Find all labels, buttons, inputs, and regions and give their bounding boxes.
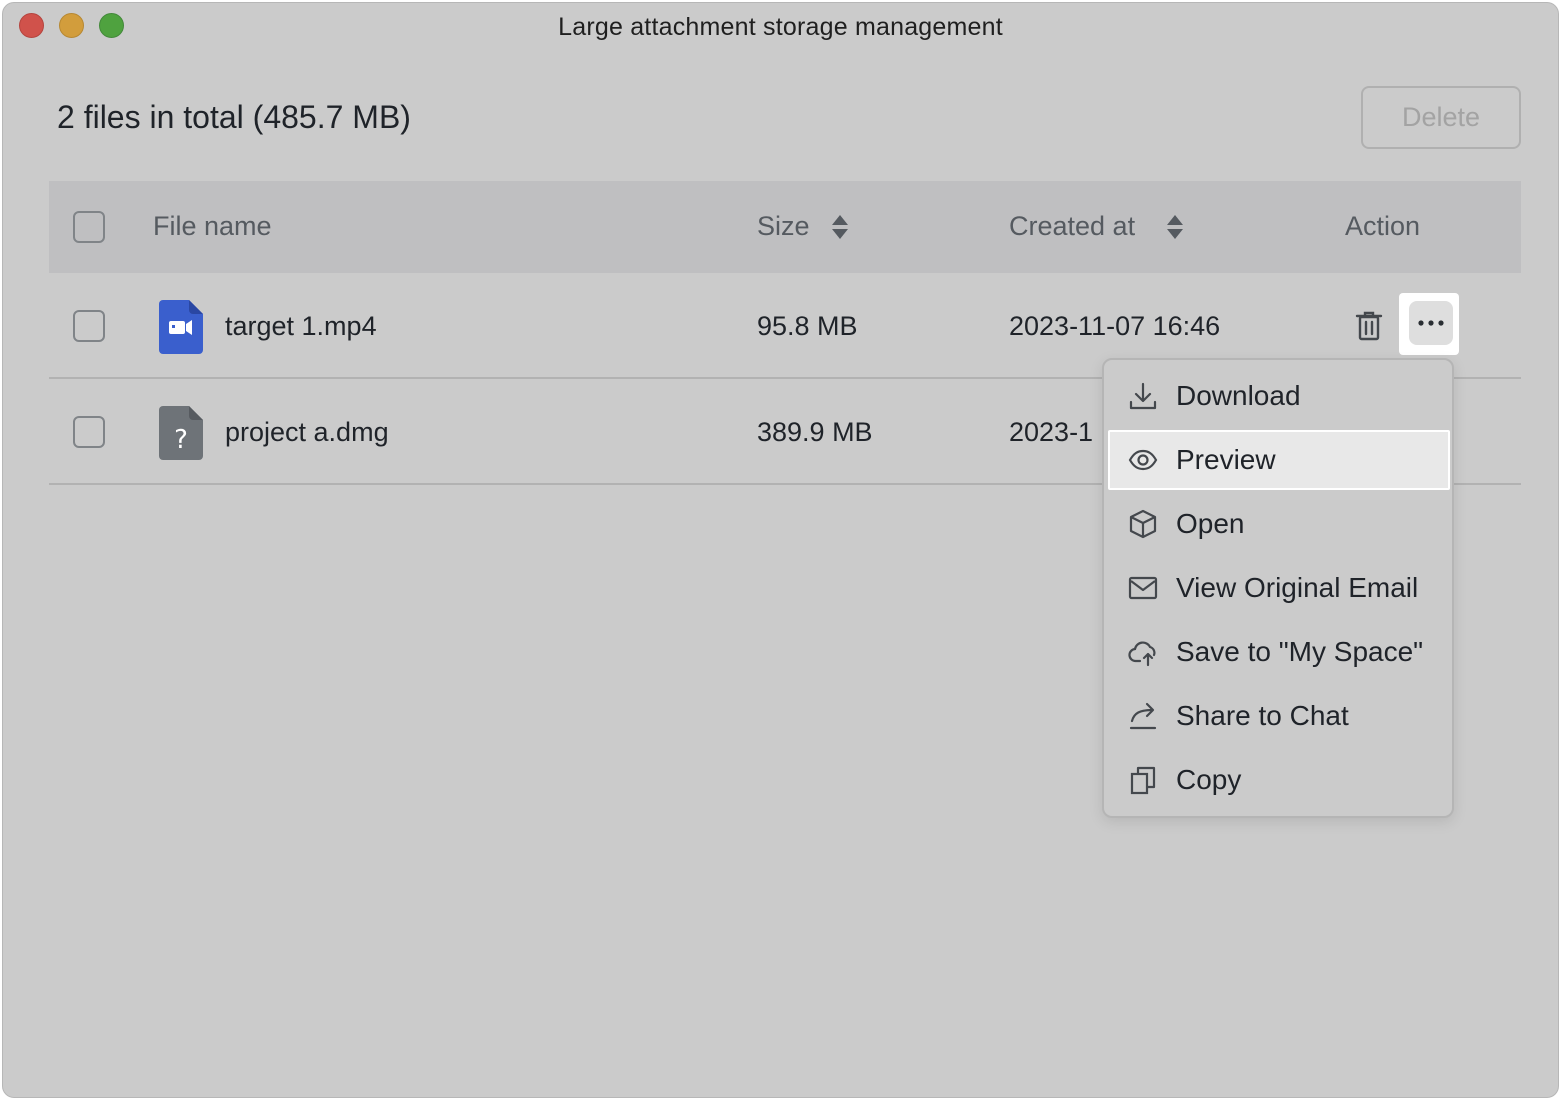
- menu-item-view-original-email[interactable]: View Original Email: [1108, 558, 1450, 618]
- unknown-file-icon: ?: [159, 406, 203, 460]
- menu-item-label: Share to Chat: [1176, 700, 1349, 731]
- sort-created-icon[interactable]: [1166, 213, 1184, 241]
- context-menu: Download Preview Open View Original Emai…: [1102, 358, 1454, 818]
- cloud-upload-icon: [1128, 641, 1156, 667]
- title-bar: Large attachment storage management: [3, 3, 1558, 51]
- file-created-at: 2023-11-07 16:46: [1009, 311, 1221, 341]
- app-window: Large attachment storage management 2 fi…: [2, 2, 1559, 1098]
- cube-icon: [1129, 509, 1157, 539]
- file-size: 95.8 MB: [757, 311, 858, 341]
- more-actions-button[interactable]: [1399, 293, 1459, 355]
- envelope-icon: [1128, 576, 1158, 600]
- trash-icon[interactable]: [1355, 311, 1383, 341]
- copy-icon: [1130, 766, 1156, 795]
- menu-item-label: Save to "My Space": [1176, 636, 1424, 667]
- menu-item-download[interactable]: Download: [1108, 366, 1450, 426]
- menu-item-save-to-my-space[interactable]: Save to "My Space": [1108, 622, 1450, 682]
- menu-item-copy[interactable]: Copy: [1108, 750, 1450, 810]
- window-title: Large attachment storage management: [558, 13, 1003, 41]
- column-size[interactable]: Size: [757, 211, 810, 242]
- menu-item-label: Copy: [1176, 764, 1242, 795]
- share-icon: [1129, 702, 1157, 730]
- column-file-name: File name: [153, 211, 272, 241]
- row-checkbox[interactable]: [73, 310, 105, 342]
- menu-item-open[interactable]: Open: [1108, 494, 1450, 554]
- more-actions-highlight: [1409, 301, 1453, 345]
- file-created-at: 2023-1: [1009, 417, 1094, 447]
- row-checkbox[interactable]: [73, 416, 105, 448]
- file-name[interactable]: target 1.mp4: [225, 311, 377, 342]
- svg-text:?: ?: [174, 425, 188, 455]
- column-action: Action: [1345, 211, 1421, 241]
- eye-icon: [1128, 449, 1158, 471]
- menu-item-share-to-chat[interactable]: Share to Chat: [1108, 686, 1450, 746]
- more-icon: [1418, 320, 1444, 326]
- table-header: File name Size Created at Action: [49, 181, 1521, 273]
- video-file-icon: [159, 300, 203, 354]
- menu-item-label: Preview: [1176, 444, 1276, 475]
- menu-item-label: Download: [1176, 380, 1301, 411]
- file-size: 389.9 MB: [757, 417, 873, 447]
- file-name[interactable]: project a.dmg: [225, 417, 389, 448]
- menu-item-preview[interactable]: Preview: [1108, 430, 1450, 490]
- menu-item-label: Open: [1176, 508, 1245, 539]
- select-all-checkbox[interactable]: [73, 211, 105, 243]
- files-summary: 2 files in total (485.7 MB): [57, 99, 411, 135]
- column-created-at[interactable]: Created at: [1009, 211, 1135, 242]
- sort-size-icon[interactable]: [831, 213, 849, 241]
- menu-item-label: View Original Email: [1176, 572, 1419, 603]
- download-icon: [1129, 382, 1157, 410]
- delete-button[interactable]: Delete: [1361, 86, 1521, 149]
